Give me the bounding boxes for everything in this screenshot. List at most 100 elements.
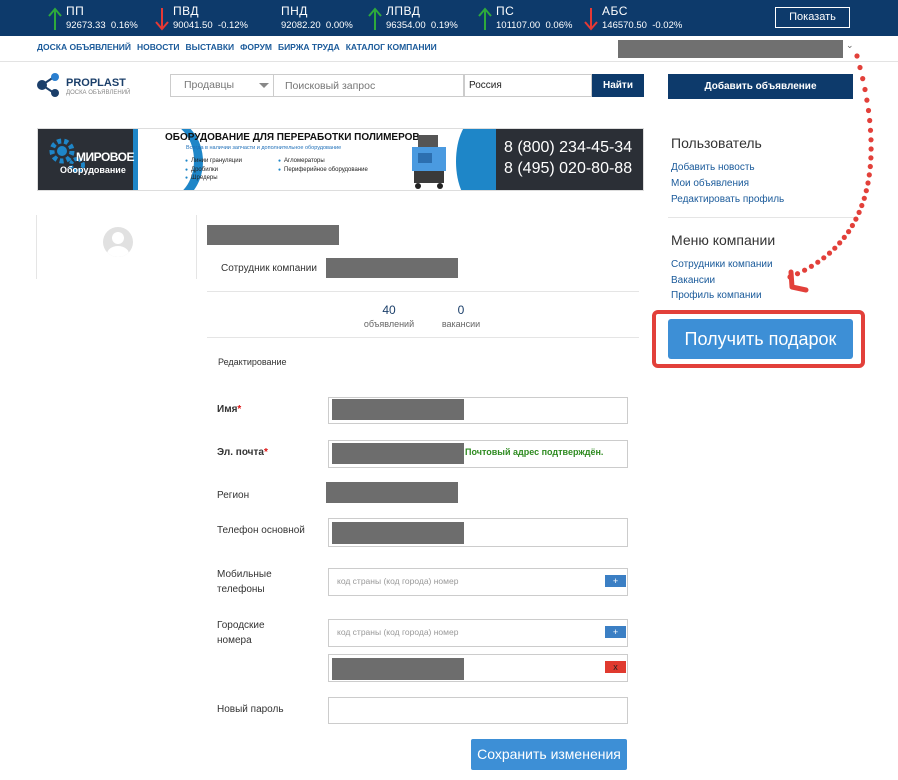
logo-icon[interactable]: [36, 72, 62, 98]
nav-item-catalog[interactable]: КАТАЛОГ КОМПАНИИ: [346, 42, 437, 52]
ticker-values: 101107.00 0.06%: [496, 20, 573, 31]
user-name-redacted: [207, 225, 339, 245]
nav-divider: [0, 61, 898, 62]
ads-count[interactable]: 40: [359, 303, 419, 317]
banner-subtitle: Всегда в наличии запчасти и дополнительн…: [186, 145, 342, 151]
banner-title: ОБОРУДОВАНИЕ ДЛЯ ПЕРЕРАБОТКИ ПОЛИМЕРОВ: [165, 132, 420, 143]
banner-list-item: Периферийное оборудование: [278, 166, 368, 175]
ticker-name: ПП: [66, 4, 85, 18]
company-menu-heading: Меню компании: [671, 232, 776, 248]
chevron-down-icon[interactable]: ⌄: [846, 40, 854, 51]
ticker-name: ПНД: [281, 4, 308, 18]
page: ПП 92673.33 0.16% ПВД 90041.50 -0.12% ПНД 920…: [0, 0, 898, 780]
sidebar-link-company-profile[interactable]: Профиль компании: [671, 290, 762, 301]
add-city-number-button[interactable]: +: [605, 626, 626, 638]
arrow-down-icon: [584, 8, 598, 31]
ticker-name: ПВД: [173, 4, 199, 18]
sidebar-link-edit-profile[interactable]: Редактировать профиль: [671, 194, 784, 205]
search-button[interactable]: Найти: [592, 74, 644, 97]
ticker-name: АБС: [602, 4, 628, 18]
email-confirmed-status: Почтовый адрес подтверждён.: [465, 447, 604, 457]
ticker-values: 90041.50 -0.12%: [173, 20, 249, 31]
mobile-phone-input[interactable]: код страны (код города) номер: [328, 568, 628, 596]
banner-brand-line2: Оборудование: [60, 165, 126, 175]
email-label: Эл. почта*: [217, 447, 268, 458]
city-phone-input[interactable]: код страны (код города) номер: [328, 619, 628, 647]
user-menu-heading: Пользователь: [671, 135, 762, 151]
sidebar-link-vacancies[interactable]: Вакансии: [671, 275, 715, 286]
nav-item-forum[interactable]: ФОРУМ: [240, 42, 272, 52]
banner-list-right: Агломераторы Периферийное оборудование: [278, 157, 368, 174]
ticker-values: 96354.00 0.19%: [386, 20, 458, 31]
divider: [207, 291, 639, 292]
region-label: Регион: [217, 490, 250, 501]
name-label: Имя*: [217, 404, 242, 415]
city-phone-value-redacted: [332, 658, 464, 680]
banner-list-item: Шредеры: [185, 174, 242, 183]
name-value-redacted: [332, 399, 464, 420]
divider: [207, 337, 639, 338]
ticker-show-button[interactable]: Показать: [775, 7, 850, 28]
vacancies-count[interactable]: 0: [431, 303, 491, 317]
company-name-redacted[interactable]: [326, 258, 458, 278]
nav-item-news[interactable]: НОВОСТИ: [137, 42, 180, 52]
banner-decoration: [456, 129, 496, 190]
region-value-redacted[interactable]: [326, 482, 458, 503]
nav-item-jobs[interactable]: БИРЖА ТРУДА: [278, 42, 340, 52]
add-mobile-button[interactable]: +: [605, 575, 626, 587]
phone-main-value-redacted: [332, 522, 464, 544]
ticker-values: 92082.20 0.00%: [281, 20, 353, 31]
search-input[interactable]: [274, 74, 464, 97]
region-input[interactable]: Россия: [464, 74, 592, 97]
sidebar-link-my-ads[interactable]: Мои объявления: [671, 178, 749, 189]
ticker-values: 146570.50 -0.02%: [602, 20, 683, 31]
phone-main-label: Телефон основной: [217, 525, 305, 536]
employee-label: Сотрудник компании: [221, 263, 317, 274]
mobile-phones-label: Мобильные телефоны: [217, 569, 272, 595]
price-ticker: ПП 92673.33 0.16% ПВД 90041.50 -0.12% ПНД 920…: [0, 0, 898, 36]
nav-item-exhibitions[interactable]: ВЫСТАВКИ: [186, 42, 235, 52]
add-ad-button[interactable]: Добавить объявление: [668, 74, 853, 99]
search-category-value: Продавцы: [184, 79, 235, 91]
banner-list-left: Линии грануляции Дробилки Шредеры: [185, 157, 242, 183]
avatar[interactable]: [103, 227, 133, 257]
banner-phone-1[interactable]: 8 (800) 234-45-34: [504, 139, 632, 157]
banner-list-item: Агломераторы: [278, 157, 368, 166]
get-gift-button[interactable]: Получить подарок: [668, 319, 853, 359]
arrow-up-icon: [478, 7, 492, 30]
nav-item-board[interactable]: ДОСКА ОБЪЯВЛЕНИЙ: [37, 42, 131, 52]
new-password-field[interactable]: [328, 697, 628, 724]
avatar-card: [36, 215, 197, 279]
city-numbers-label: Городские номера: [217, 620, 265, 646]
main-nav: ДОСКА ОБЪЯВЛЕНИЙ НОВОСТИ ВЫСТАВКИ ФОРУМ БИРЖ…: [37, 42, 443, 52]
sidebar-link-employees[interactable]: Сотрудники компании: [671, 259, 773, 270]
banner-list-item: Дробилки: [185, 166, 242, 175]
sidebar-link-add-news[interactable]: Добавить новость: [671, 162, 755, 173]
logo-title[interactable]: PROPLAST: [66, 77, 126, 89]
banner-phone-2[interactable]: 8 (495) 020-80-88: [504, 160, 632, 178]
remove-city-number-button[interactable]: x: [605, 661, 626, 673]
sidebar-divider: [668, 217, 854, 218]
vacancies-count-label: вакансии: [441, 319, 481, 329]
new-password-label: Новый пароль: [217, 704, 284, 715]
logo-subtitle: ДОСКА ОБЪЯВЛЕНИЙ: [66, 90, 131, 96]
ticker-name: ЛПВД: [386, 4, 421, 18]
banner-list-item: Линии грануляции: [185, 157, 242, 166]
arrow-up-icon: [48, 7, 62, 30]
ticker-values: 92673.33 0.16%: [66, 20, 138, 31]
gift-highlight: Получить подарок: [652, 310, 865, 368]
search-category-select[interactable]: Продавцы: [170, 74, 274, 97]
email-value-redacted: [332, 443, 464, 464]
machine-image: [412, 135, 446, 189]
mobile-phone-placeholder: код страны (код города) номер: [337, 576, 459, 586]
chevron-down-icon: [259, 83, 269, 88]
save-changes-button[interactable]: Сохранить изменения: [471, 739, 627, 770]
ticker-name: ПС: [496, 4, 515, 18]
ad-banner[interactable]: МИРОВОЕ Оборудование ОБОРУДОВАНИЕ ДЛЯ ПЕ…: [37, 128, 644, 191]
user-menu-redacted[interactable]: [618, 40, 843, 58]
arrow-up-icon: [368, 7, 382, 30]
arrow-down-icon: [155, 8, 169, 31]
ads-count-label: объявлений: [363, 319, 415, 329]
banner-brand-line1: МИРОВОЕ: [76, 150, 135, 164]
form-section-title: Редактирование: [218, 357, 287, 367]
